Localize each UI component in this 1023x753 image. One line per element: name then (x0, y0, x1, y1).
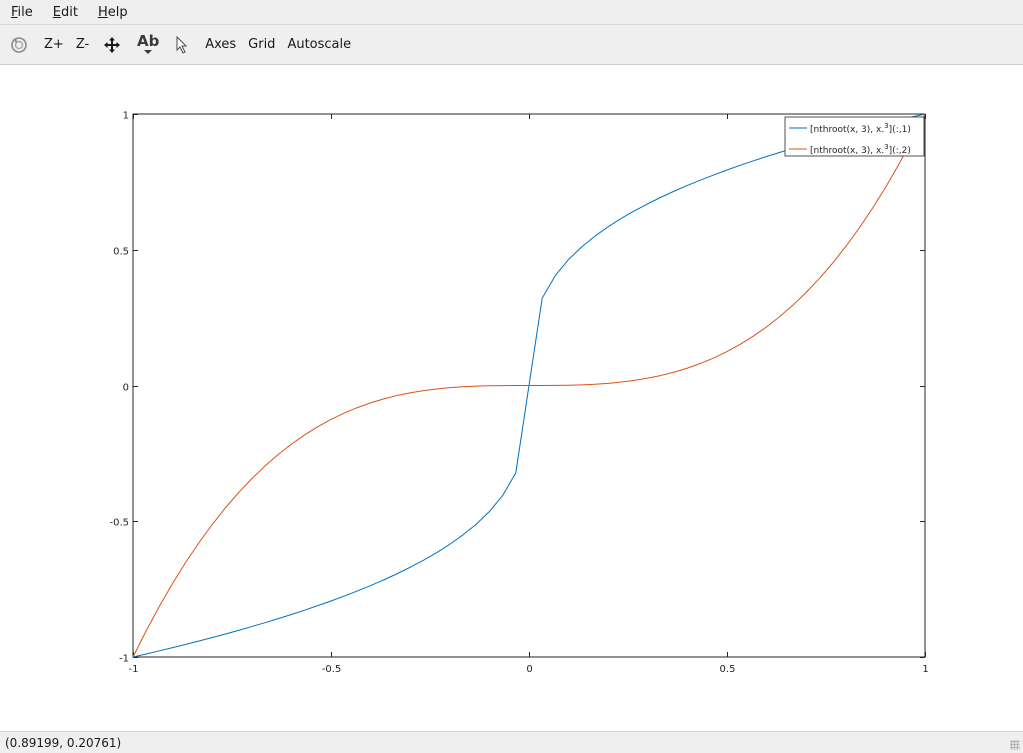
y-tick-label: -1 (119, 654, 129, 665)
rotate-button[interactable] (6, 31, 32, 59)
x-tick-label: 1 (922, 664, 928, 675)
zoom-in-button[interactable]: Z+ (38, 31, 70, 59)
menu-edit-accel: E (52, 4, 61, 20)
menu-help[interactable]: Help (86, 5, 136, 20)
text-tool-label: Ab (137, 32, 160, 50)
figure-toolbar: Z+ Z- Ab Axes Grid Autoscale (0, 25, 1023, 65)
figure-canvas[interactable]: -1 -0.5 0 0.5 1 -1 -0.5 0 0.5 1 [nthroot(x, 3), x… (0, 65, 1023, 731)
menu-edit[interactable]: Edit (41, 5, 86, 20)
grid-button[interactable]: Grid (242, 31, 281, 59)
y-tick-label: 0.5 (113, 247, 129, 258)
x-tick-label: 0.5 (720, 664, 736, 675)
status-bar: (0.89199, 0.20761) (0, 731, 1023, 753)
y-tick-label: -0.5 (109, 518, 129, 529)
menu-edit-label: dit (61, 4, 78, 20)
autoscale-button[interactable]: Autoscale (281, 31, 357, 59)
menu-help-accel: H (97, 4, 108, 20)
x-tick-label: 0 (526, 664, 532, 675)
menu-help-label: elp (107, 4, 128, 20)
chevron-down-icon (144, 50, 153, 54)
legend[interactable]: [nthroot(x, 3), x.3](:,1)[nthroot(x, 3),… (784, 116, 925, 157)
menu-file-label: ile (17, 4, 33, 20)
pan-button[interactable] (99, 31, 125, 59)
select-button[interactable] (169, 31, 195, 59)
zoom-out-button[interactable]: Z- (70, 31, 95, 59)
move-arrows-icon (104, 36, 121, 53)
resize-grip-icon[interactable] (1010, 740, 1020, 750)
menu-file[interactable]: File (0, 5, 41, 20)
rotate-icon (11, 36, 27, 53)
text-tool-button[interactable]: Ab (133, 31, 163, 59)
cursor-coordinates: (0.89199, 0.20761) (5, 735, 122, 750)
x-tick-label: -1 (129, 664, 139, 675)
y-tick-label: 0 (123, 383, 129, 394)
axes-button[interactable]: Axes (199, 31, 242, 59)
menu-bar: File Edit Help (0, 0, 1023, 25)
pointer-arrow-icon (176, 35, 188, 54)
y-tick-label: 1 (123, 111, 129, 122)
plot-svg[interactable]: -1 -0.5 0 0.5 1 -1 -0.5 0 0.5 1 [nthroot(x, 3), x… (0, 65, 1023, 731)
x-tick-label: -0.5 (322, 664, 342, 675)
